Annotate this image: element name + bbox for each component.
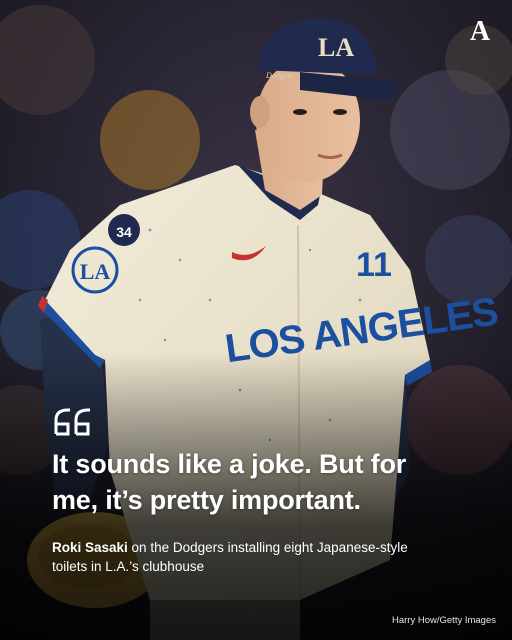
svg-text:11: 11: [356, 246, 392, 284]
pull-quote-line-2: me, it’s pretty important.: [52, 485, 361, 515]
pull-quote: It sounds like a joke. But for me, it’s …: [52, 446, 482, 518]
speaker-name: Roki Sasaki: [52, 540, 128, 555]
logo-letter: A: [470, 16, 491, 44]
svg-text:Dodgers: Dodgers: [265, 71, 294, 80]
quote-attribution: Roki Sasaki on the Dodgers installing ei…: [52, 538, 452, 576]
athletic-a-logo-icon[interactable]: A: [466, 16, 494, 44]
svg-text:LA: LA: [318, 33, 354, 62]
attribution-context-line-2: toilets in L.A.’s clubhouse: [52, 559, 205, 574]
attribution-context-line-1: on the Dodgers installing eight Japanese…: [127, 540, 408, 555]
svg-text:LA: LA: [80, 259, 111, 284]
pull-quote-line-1: It sounds like a joke. But for: [52, 449, 407, 479]
photo-credit: Harry How/Getty Images: [392, 615, 496, 626]
svg-text:34: 34: [116, 224, 132, 240]
quotation-marks-icon: [54, 408, 90, 436]
